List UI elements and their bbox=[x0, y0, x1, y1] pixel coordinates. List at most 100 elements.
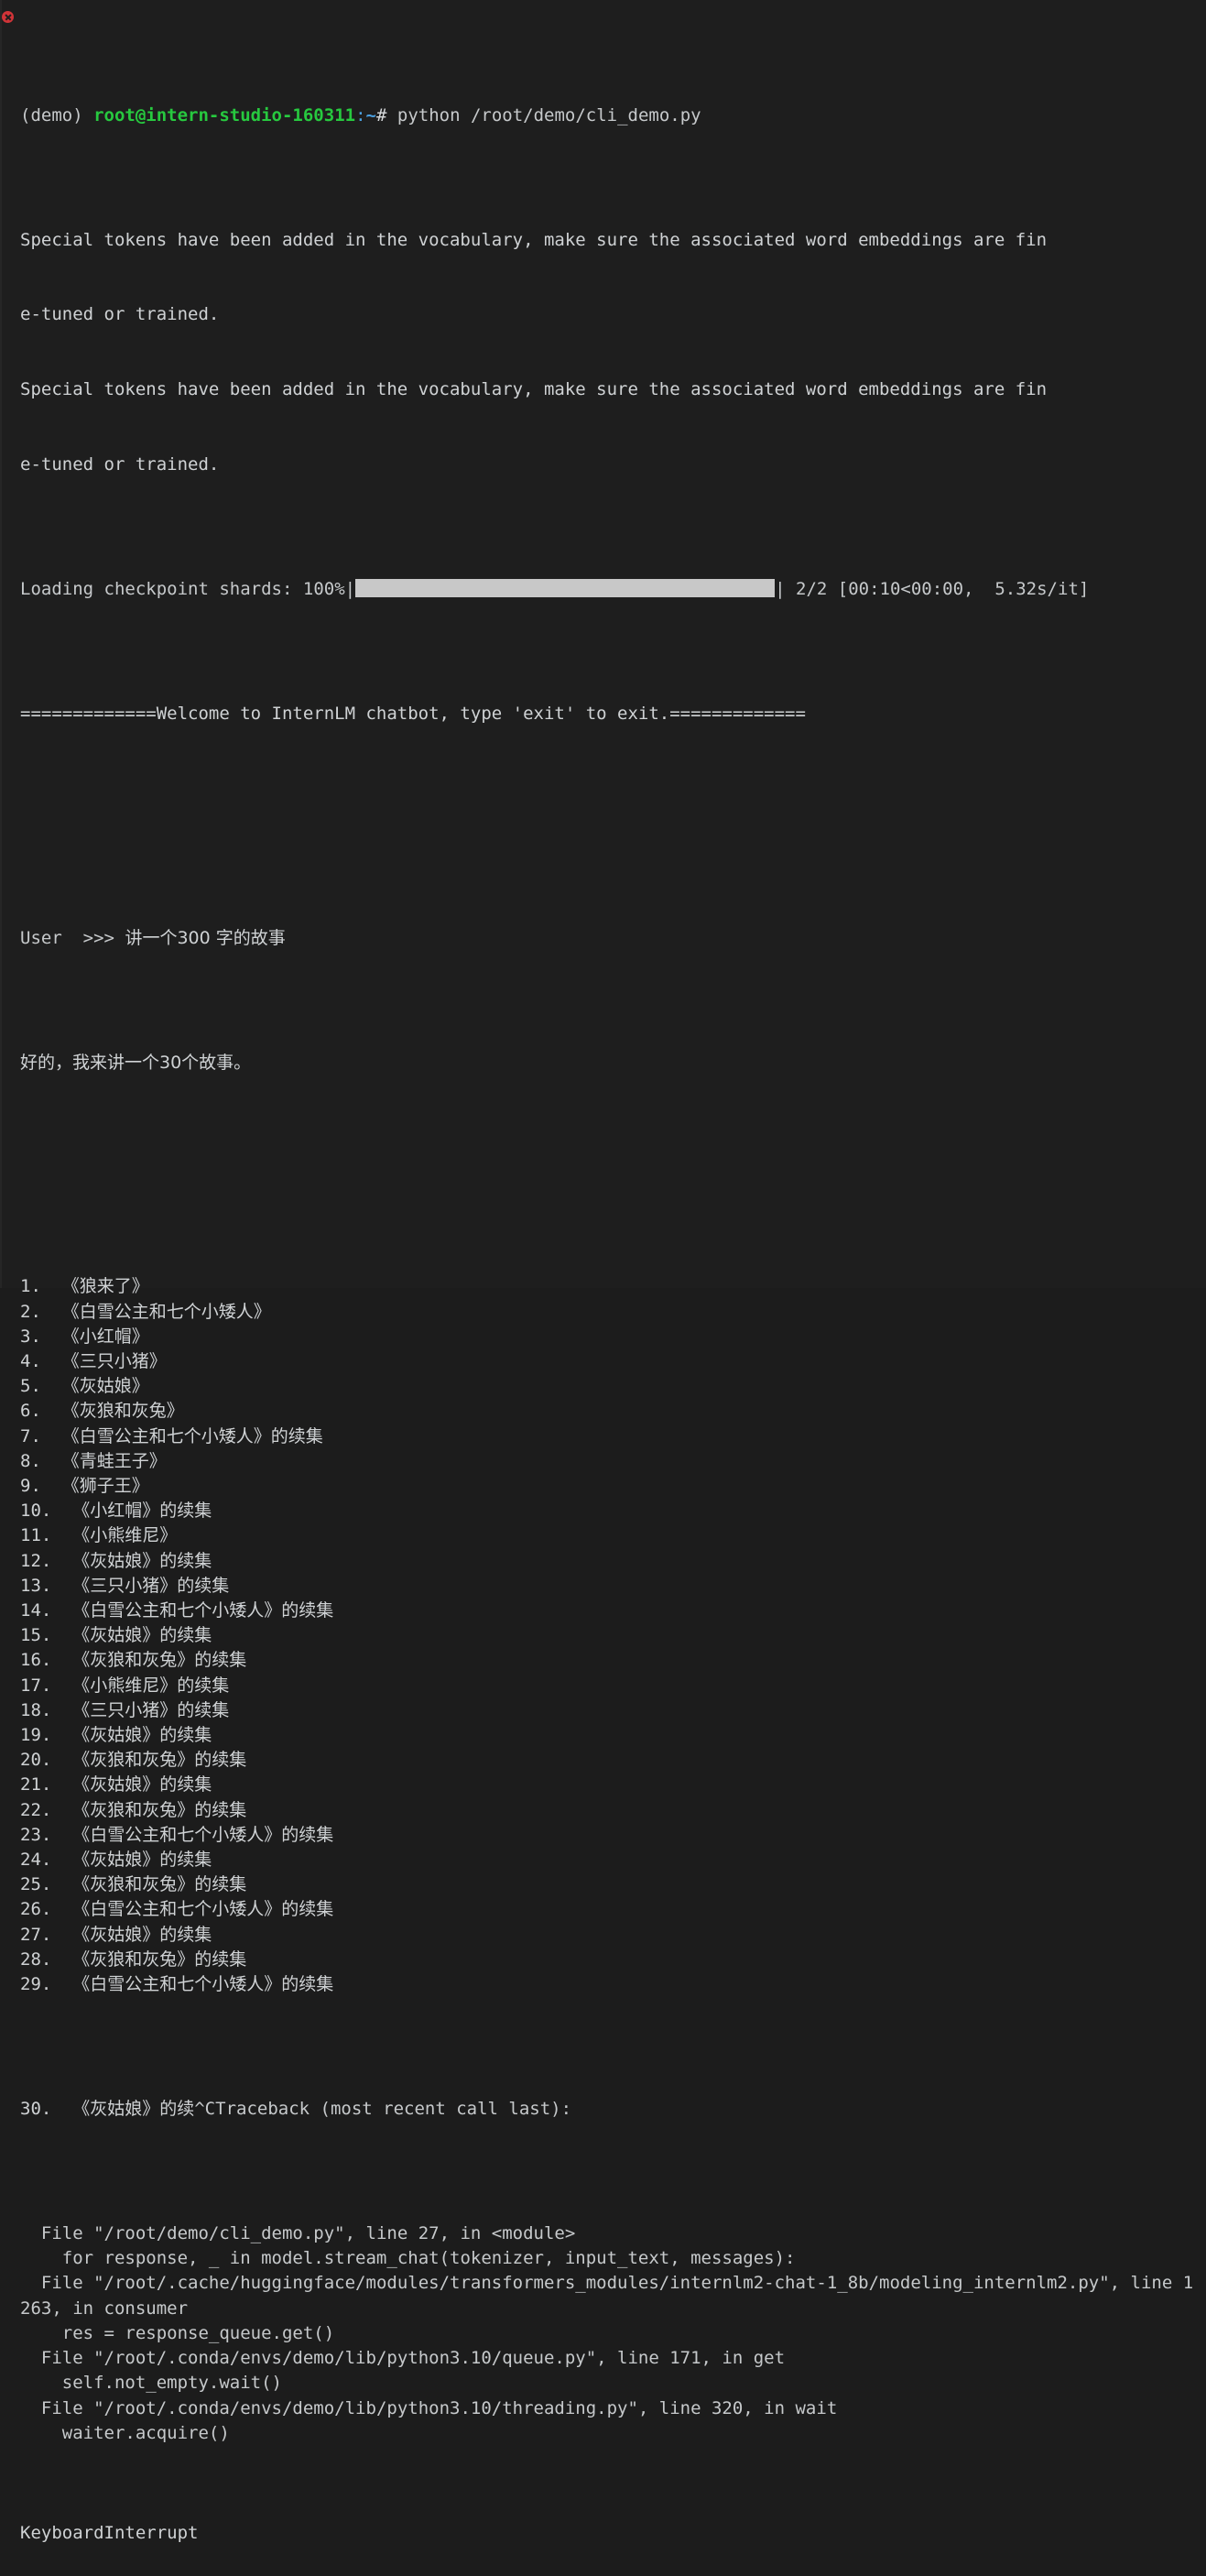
story-title: 《小熊维尼》 bbox=[72, 1525, 178, 1546]
assistant-intro-line: 好的，我来讲一个30个故事。 bbox=[20, 1052, 252, 1073]
warning-line: e-tuned or trained. bbox=[20, 453, 220, 475]
prompt-hash: # bbox=[375, 104, 387, 126]
story-title: 《小红帽》 bbox=[61, 1326, 149, 1347]
story-number: 6. bbox=[20, 1401, 41, 1422]
story-list-item: 9. 《狮子王》 bbox=[20, 1474, 1202, 1499]
story-title: 《白雪公主和七个小矮人》 bbox=[61, 1301, 271, 1322]
terminal-window[interactable]: (demo) root@intern-studio-160311:~# pyth… bbox=[0, 0, 1206, 2543]
story-number: 7. bbox=[20, 1425, 41, 1446]
prompt-command: python /root/demo/cli_demo.py bbox=[397, 104, 701, 126]
traceback-frame: File "/root/demo/cli_demo.py", line 27, … bbox=[20, 2223, 576, 2244]
story-number: 13. bbox=[20, 1575, 52, 1596]
warning-line: Special tokens have been added in the vo… bbox=[20, 229, 1048, 250]
story-list-item: 22. 《灰狼和灰兔》的续集 bbox=[20, 1798, 1202, 1823]
story-number: 1. bbox=[20, 1276, 41, 1297]
story-number: 10. bbox=[20, 1501, 52, 1522]
story-list-item: 1. 《狼来了》 bbox=[20, 1274, 1202, 1299]
command-prompt-line: (demo) root@intern-studio-160311:~# pyth… bbox=[2, 11, 1202, 128]
traceback-frame: for response, _ in model.stream_chat(tok… bbox=[20, 2248, 796, 2269]
prompt-env: (demo) bbox=[20, 104, 83, 126]
story-list-item: 24. 《灰姑娘》的续集 bbox=[20, 1848, 1202, 1872]
story-number: 20. bbox=[20, 1750, 52, 1771]
story-number: 5. bbox=[20, 1376, 41, 1397]
story-list-item: 14. 《白雪公主和七个小矮人》的续集 bbox=[20, 1599, 1202, 1623]
terminal-screen[interactable]: (demo) root@intern-studio-160311:~# pyth… bbox=[0, 4, 1206, 2576]
story-number: 29. bbox=[20, 1974, 52, 1995]
progress-line: Loading checkpoint shards: 100%| | 2/2 [0… bbox=[20, 577, 1202, 602]
prompt-arrow: >>> bbox=[82, 927, 114, 948]
prompt-user-host: root@intern-studio-160311 bbox=[93, 104, 356, 126]
story-number: 14. bbox=[20, 1600, 52, 1621]
story-list-item: 7. 《白雪公主和七个小矮人》的续集 bbox=[20, 1424, 1202, 1449]
story-number: 28. bbox=[20, 1948, 52, 1970]
story-number: 9. bbox=[20, 1475, 41, 1496]
story-number: 27. bbox=[20, 1924, 52, 1945]
traceback-header: Traceback (most recent call last): bbox=[215, 2099, 572, 2120]
exception-name: KeyboardInterrupt bbox=[20, 2522, 199, 2543]
progress-close-bracket: | bbox=[775, 578, 786, 599]
story-title: 《白雪公主和七个小矮人》的续集 bbox=[61, 1425, 323, 1446]
traceback-frame: res = response_queue.get() bbox=[20, 2322, 335, 2343]
story-list-item: 16. 《灰狼和灰兔》的续集 bbox=[20, 1648, 1202, 1673]
story-title: 《灰狼和灰兔》的续集 bbox=[72, 1799, 247, 1820]
story-number: 19. bbox=[20, 1725, 52, 1746]
story-number: 17. bbox=[20, 1675, 52, 1696]
story-title: 《白雪公主和七个小矮人》的续集 bbox=[72, 1600, 334, 1621]
story-list-item: 2. 《白雪公主和七个小矮人》 bbox=[20, 1300, 1202, 1325]
progress-open-bracket: | bbox=[344, 578, 356, 599]
story-number: 15. bbox=[20, 1625, 52, 1646]
progress-timing: [00:10<00:00, 5.32s/it] bbox=[837, 578, 1090, 599]
story-title: 《灰狼和灰兔》的续集 bbox=[72, 1750, 247, 1771]
story-list-item: 8. 《青蛙王子》 bbox=[20, 1449, 1202, 1474]
story-list-item: 17. 《小熊维尼》的续集 bbox=[20, 1674, 1202, 1698]
story-list-item: 19. 《灰姑娘》的续集 bbox=[20, 1723, 1202, 1748]
story-number: 11. bbox=[20, 1525, 52, 1546]
progress-percent: 100% bbox=[302, 578, 345, 599]
traceback-frames: File "/root/demo/cli_demo.py", line 27, … bbox=[20, 2221, 1202, 2446]
story-list-item: 26. 《白雪公主和七个小矮人》的续集 bbox=[20, 1897, 1202, 1922]
story-title: 《灰姑娘》的续 bbox=[72, 2099, 195, 2120]
progress-label: Loading checkpoint shards: bbox=[20, 578, 293, 599]
story-title: 《三只小猪》 bbox=[61, 1350, 167, 1371]
story-title: 《小熊维尼》的续集 bbox=[72, 1675, 230, 1696]
story-list-item: 6. 《灰狼和灰兔》 bbox=[20, 1399, 1202, 1424]
story-list-item: 10. 《小红帽》的续集 bbox=[20, 1499, 1202, 1523]
story-number: 25. bbox=[20, 1874, 52, 1895]
story-list-item: 4. 《三只小猪》 bbox=[20, 1349, 1202, 1374]
traceback-frame: File "/root/.cache/huggingface/modules/t… bbox=[20, 2273, 1194, 2319]
story-number: 30. bbox=[20, 2099, 52, 2120]
story-title: 《三只小猪》的续集 bbox=[72, 1575, 230, 1596]
story-list-item: 27. 《灰姑娘》的续集 bbox=[20, 1923, 1202, 1948]
story-title: 《灰姑娘》 bbox=[61, 1376, 149, 1397]
story-title: 《青蛙王子》 bbox=[61, 1450, 167, 1471]
story-title: 《灰狼和灰兔》的续集 bbox=[72, 1650, 247, 1671]
story-number: 3. bbox=[20, 1326, 41, 1347]
story-list-item: 21. 《灰姑娘》的续集 bbox=[20, 1773, 1202, 1797]
user-label: User bbox=[20, 927, 62, 948]
story-number: 26. bbox=[20, 1899, 52, 1920]
story-title: 《灰狼和灰兔》的续集 bbox=[72, 1874, 247, 1895]
traceback-frame: File "/root/.conda/envs/demo/lib/python3… bbox=[20, 2348, 786, 2369]
traceback-frame: File "/root/.conda/envs/demo/lib/python3… bbox=[20, 2397, 838, 2418]
story-number: 18. bbox=[20, 1699, 52, 1720]
traceback-frame: waiter.acquire() bbox=[20, 2422, 230, 2443]
story-title: 《灰狼和灰兔》的续集 bbox=[72, 1948, 247, 1970]
story-number: 8. bbox=[20, 1450, 41, 1471]
story-list-item: 5. 《灰姑娘》 bbox=[20, 1374, 1202, 1399]
story-list-item: 20. 《灰狼和灰兔》的续集 bbox=[20, 1748, 1202, 1773]
story-title: 《灰姑娘》的续集 bbox=[72, 1625, 212, 1646]
story-list-item: 15. 《灰姑娘》的续集 bbox=[20, 1623, 1202, 1648]
story-list-item: 29. 《白雪公主和七个小矮人》的续集 bbox=[20, 1972, 1202, 1997]
prompt-path: ~ bbox=[365, 104, 376, 126]
story-list: 1. 《狼来了》 2. 《白雪公主和七个小矮人》 3. 《小红帽》 4. 《三只小猪》… bbox=[20, 1274, 1202, 1997]
interrupt-marker: ^C bbox=[194, 2099, 216, 2120]
story-list-item: 13. 《三只小猪》的续集 bbox=[20, 1574, 1202, 1599]
user-message: 讲一个300 字的故事 bbox=[125, 927, 286, 948]
story-number: 22. bbox=[20, 1799, 52, 1820]
welcome-banner: =============Welcome to InternLM chatbot… bbox=[20, 703, 806, 724]
story-title: 《三只小猪》的续集 bbox=[72, 1699, 230, 1720]
story-list-item: 3. 《小红帽》 bbox=[20, 1325, 1202, 1349]
story-list-item: 28. 《灰狼和灰兔》的续集 bbox=[20, 1948, 1202, 1972]
